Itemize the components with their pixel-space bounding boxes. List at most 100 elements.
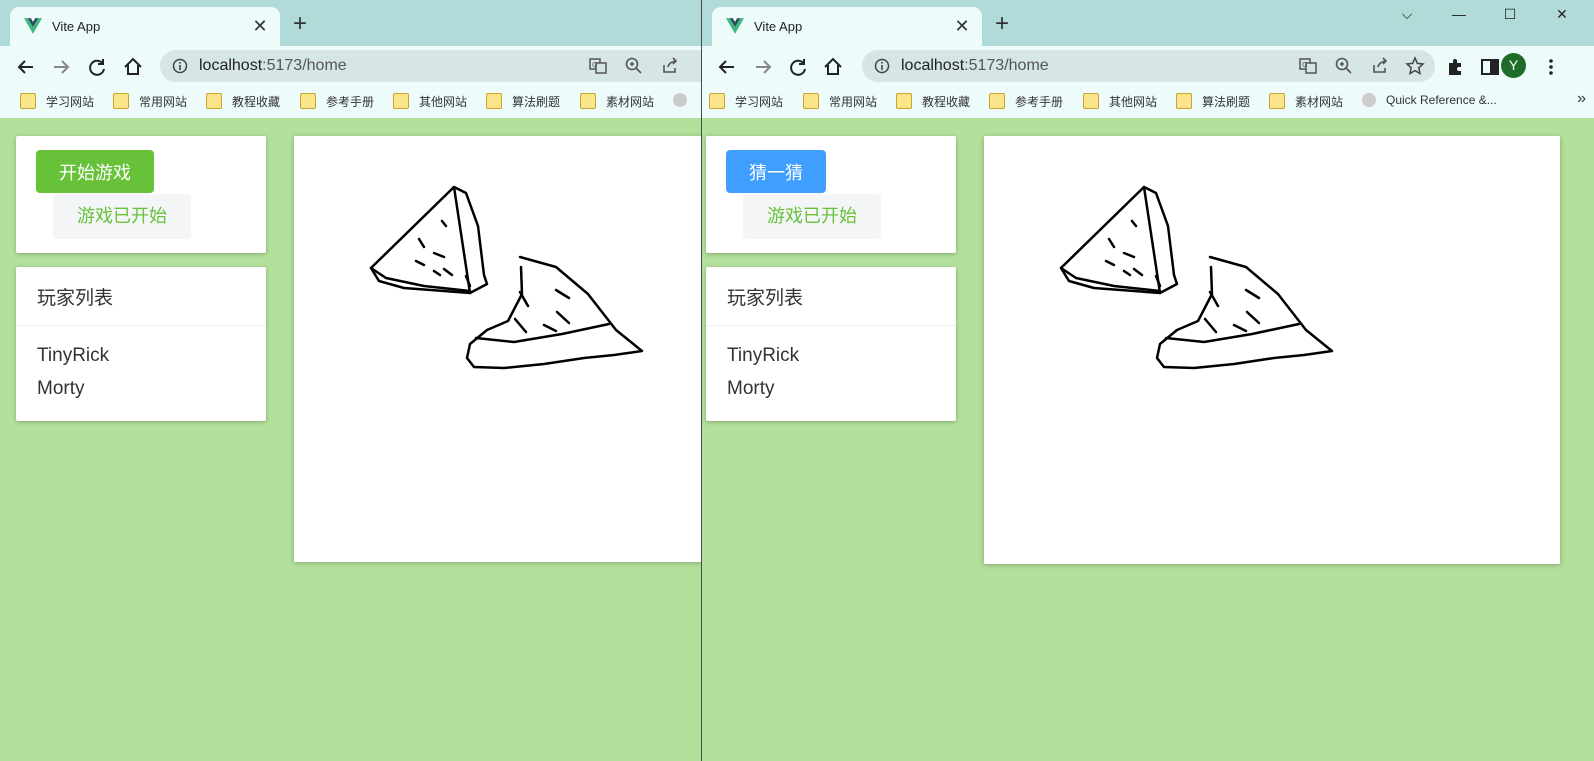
close-tab-icon[interactable]: ✕: [952, 15, 972, 37]
player-list-card: 玩家列表 TinyRick Morty: [16, 267, 266, 421]
forward-icon[interactable]: [750, 54, 776, 80]
folder-icon: [113, 93, 129, 109]
bookmark-folder[interactable]: 其他网站: [393, 93, 467, 111]
bookmark-folder[interactable]: 素材网站: [580, 93, 654, 111]
player-list-title: 玩家列表: [37, 288, 114, 309]
folder-icon: [989, 93, 1005, 109]
side-panel-icon[interactable]: [1477, 54, 1503, 80]
folder-icon: [20, 93, 36, 109]
bookmark-folder[interactable]: 教程收藏: [896, 93, 970, 111]
divider: [706, 325, 956, 326]
start-game-button[interactable]: 开始游戏: [36, 150, 154, 193]
translate-icon[interactable]: G: [1298, 56, 1318, 76]
bookmark-folder[interactable]: 参考手册: [300, 93, 374, 111]
forward-icon[interactable]: [48, 54, 74, 80]
tab-strip: Vite App ✕ +: [0, 0, 701, 46]
bookmark-folder[interactable]: 算法刷题: [486, 93, 560, 111]
share-icon[interactable]: [1370, 56, 1390, 76]
vue-logo-icon: [726, 18, 744, 34]
tab-title: Vite App: [754, 19, 803, 34]
profile-avatar[interactable]: Y: [1501, 53, 1526, 78]
minimize-icon[interactable]: —: [1444, 6, 1474, 22]
drawing-canvas[interactable]: [294, 136, 701, 562]
browser-window-left: Vite App ✕ + localhost:5173/home G 学习网站 …: [0, 0, 701, 761]
page-content: 开始游戏 游戏已开始 玩家列表 TinyRick Morty: [0, 118, 701, 761]
player-list-title: 玩家列表: [727, 288, 804, 309]
zoom-icon[interactable]: [1334, 56, 1354, 76]
bookmark-folder[interactable]: 学习网站: [20, 93, 94, 111]
browser-window-right: Vite App ✕ + ⌵ — ☐ ✕ localhost:5173/home…: [701, 0, 1594, 761]
new-tab-icon[interactable]: +: [995, 12, 1009, 36]
drawing-canvas: [984, 136, 1560, 564]
address-bar[interactable]: localhost:5173/home G: [160, 50, 701, 82]
bookmark-quick-reference[interactable]: Quick Reference &...: [1362, 93, 1497, 111]
home-icon[interactable]: [820, 54, 846, 80]
back-icon[interactable]: [714, 54, 740, 80]
address-bar[interactable]: localhost:5173/home G: [862, 50, 1435, 82]
svg-text:G: G: [1302, 61, 1307, 69]
site-logo-icon: [1362, 93, 1376, 107]
vue-logo-icon: [24, 18, 42, 34]
translate-icon[interactable]: G: [588, 56, 608, 76]
player-item: Morty: [727, 378, 775, 399]
site-info-icon[interactable]: [172, 58, 188, 74]
bookmarks-bar: 学习网站 常用网站 教程收藏 参考手册 其他网站 算法刷题 素材网站 Quick…: [702, 86, 1594, 118]
bookmark-folder[interactable]: 常用网站: [113, 93, 187, 111]
close-tab-icon[interactable]: ✕: [250, 15, 270, 37]
close-window-icon[interactable]: ✕: [1547, 6, 1577, 23]
maximize-icon[interactable]: ☐: [1495, 6, 1525, 23]
bookmark-folder[interactable]: 其他网站: [1083, 93, 1157, 111]
folder-icon: [580, 93, 596, 109]
browser-tab[interactable]: Vite App ✕: [712, 7, 982, 46]
reload-icon[interactable]: [84, 54, 110, 80]
bookmark-folder[interactable]: 学习网站: [709, 93, 783, 111]
folder-icon: [393, 93, 409, 109]
player-item: TinyRick: [727, 345, 800, 366]
folder-icon: [1269, 93, 1285, 109]
bookmark-folder[interactable]: 算法刷题: [1176, 93, 1250, 111]
tab-search-icon[interactable]: ⌵: [1392, 6, 1422, 23]
tab-strip: Vite App ✕ + ⌵ — ☐ ✕: [702, 0, 1594, 46]
site-logo-icon: [673, 93, 687, 107]
bookmark-folder[interactable]: 教程收藏: [206, 93, 280, 111]
reload-icon[interactable]: [785, 54, 811, 80]
folder-icon: [803, 93, 819, 109]
divider: [16, 325, 266, 326]
menu-icon[interactable]: [1538, 54, 1564, 80]
player-list-card: 玩家列表 TinyRick Morty: [706, 267, 956, 421]
bookmarks-overflow-icon[interactable]: »: [1577, 90, 1586, 108]
player-item: TinyRick: [37, 345, 110, 366]
sketch-drawing: [369, 185, 644, 370]
page-content: 猜一猜 游戏已开始 玩家列表 TinyRick Morty: [702, 118, 1594, 761]
home-icon[interactable]: [120, 54, 146, 80]
game-status: 游戏已开始: [53, 194, 191, 239]
bookmark-quick-reference[interactable]: [673, 93, 697, 111]
folder-icon: [1176, 93, 1192, 109]
extensions-icon[interactable]: [1442, 54, 1468, 80]
share-icon[interactable]: [660, 56, 680, 76]
guess-button[interactable]: 猜一猜: [726, 150, 826, 193]
game-control-card: 猜一猜 游戏已开始: [706, 136, 956, 253]
folder-icon: [486, 93, 502, 109]
browser-tab[interactable]: Vite App ✕: [10, 7, 280, 46]
url-text: localhost:5173/home: [901, 57, 1049, 74]
tab-title: Vite App: [52, 19, 101, 34]
bookmark-folder[interactable]: 常用网站: [803, 93, 877, 111]
folder-icon: [300, 93, 316, 109]
bookmark-star-icon[interactable]: [1405, 56, 1425, 76]
back-icon[interactable]: [13, 54, 39, 80]
player-item: Morty: [37, 378, 85, 399]
folder-icon: [709, 93, 725, 109]
zoom-icon[interactable]: [624, 56, 644, 76]
toolbar: localhost:5173/home G Y: [702, 46, 1594, 86]
site-info-icon[interactable]: [874, 58, 890, 74]
game-control-card: 开始游戏 游戏已开始: [16, 136, 266, 253]
url-text: localhost:5173/home: [199, 57, 347, 74]
folder-icon: [1083, 93, 1099, 109]
bookmark-folder[interactable]: 素材网站: [1269, 93, 1343, 111]
folder-icon: [206, 93, 222, 109]
toolbar: localhost:5173/home G: [0, 46, 701, 86]
svg-text:G: G: [592, 61, 597, 69]
bookmark-folder[interactable]: 参考手册: [989, 93, 1063, 111]
new-tab-icon[interactable]: +: [293, 12, 307, 36]
